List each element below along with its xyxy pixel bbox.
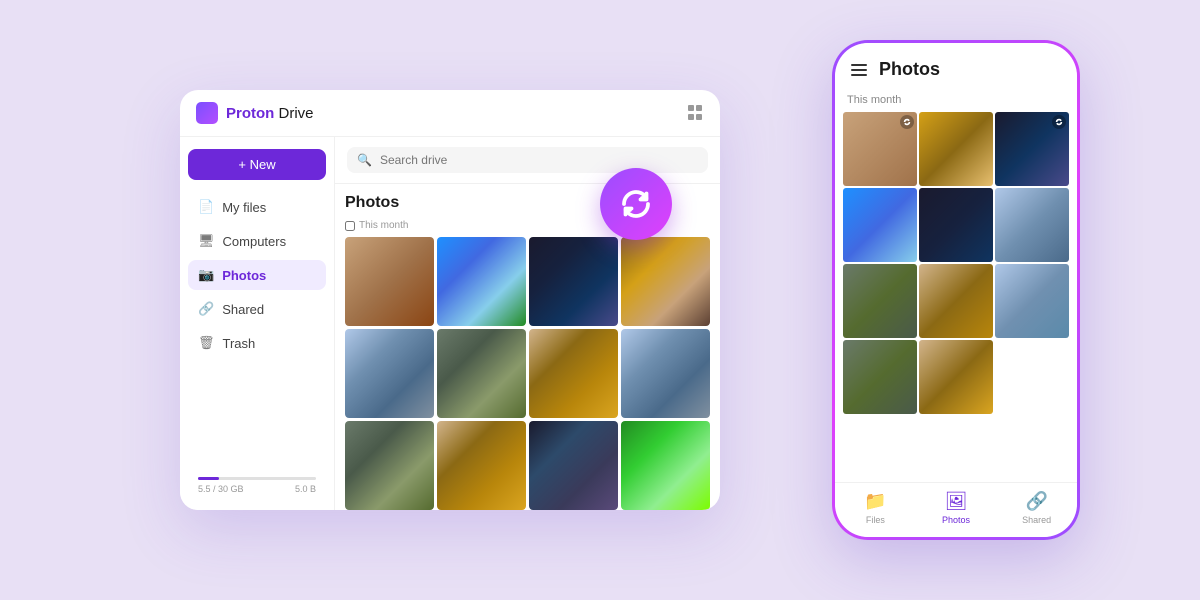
- hamburger-menu[interactable]: [851, 64, 867, 76]
- mobile-month-label: This month: [847, 94, 1065, 106]
- photos-section: Photos This month: [335, 184, 720, 510]
- photos-label: Photos: [222, 268, 266, 283]
- files-nav-label: Files: [866, 515, 885, 525]
- photo-3[interactable]: [529, 237, 618, 326]
- photo-11[interactable]: [529, 421, 618, 510]
- mobile-photo-grid: [843, 112, 1069, 414]
- mobile-photo-3[interactable]: [995, 112, 1069, 186]
- nav-files[interactable]: 📁 Files: [835, 491, 916, 525]
- app-logo: Proton Drive: [196, 102, 314, 124]
- computers-icon: 🖥: [198, 233, 215, 249]
- photo-7[interactable]: [529, 329, 618, 418]
- files-nav-icon: 📁: [864, 491, 886, 512]
- photos-nav-label: Photos: [942, 515, 970, 525]
- app-header: Proton Drive: [180, 90, 720, 137]
- photo-8[interactable]: [621, 329, 710, 418]
- trash-label: Trash: [223, 336, 256, 351]
- mobile-photo-4[interactable]: [843, 188, 917, 262]
- sidebar: + New 📄 My files 🖥 Computers 📷 Photos 🔗 …: [180, 137, 335, 510]
- nav-shared[interactable]: 🔗 Shared: [996, 491, 1077, 525]
- photos-icon: 📷: [198, 267, 214, 283]
- shared-nav-icon: 🔗: [1025, 491, 1047, 512]
- mobile-title: Photos: [879, 59, 940, 80]
- this-month-text: This month: [359, 220, 408, 231]
- mobile-photo-11[interactable]: [919, 340, 993, 414]
- search-bar: 🔍: [335, 137, 720, 184]
- mobile-photos-section: This month: [835, 88, 1077, 482]
- logo-product: Drive: [279, 105, 314, 122]
- storage-bar-fill: [198, 477, 219, 480]
- my-files-label: My files: [222, 200, 266, 215]
- shared-nav-label: Shared: [1022, 515, 1051, 525]
- mobile-inner: Photos This month: [835, 43, 1077, 537]
- storage-used: 5.5 / 30 GB: [198, 484, 244, 494]
- search-input-wrap[interactable]: 🔍: [347, 147, 708, 173]
- sidebar-item-trash[interactable]: 🗑 Trash: [188, 328, 326, 358]
- mobile-bottom-nav: 📁 Files 🖼 Photos 🔗 Shared: [835, 482, 1077, 537]
- photo-12[interactable]: [621, 421, 710, 510]
- photo-5[interactable]: [345, 329, 434, 418]
- nav-photos[interactable]: 🖼 Photos: [916, 491, 997, 525]
- computers-label: Computers: [223, 234, 287, 249]
- storage-bar-bg: [198, 477, 316, 480]
- trash-icon: 🗑: [198, 335, 215, 351]
- mobile-photo-5[interactable]: [919, 188, 993, 262]
- photo-1[interactable]: [345, 237, 434, 326]
- desktop-app: Proton Drive + New 📄 My files 🖥 Computer…: [180, 90, 720, 510]
- my-files-icon: 📄: [198, 199, 214, 215]
- mobile-photo-6[interactable]: [995, 188, 1069, 262]
- shared-label: Shared: [222, 302, 264, 317]
- sync-button[interactable]: [600, 168, 672, 240]
- desktop-photo-grid: [345, 237, 710, 510]
- search-icon: 🔍: [357, 153, 372, 167]
- sidebar-item-shared[interactable]: 🔗 Shared: [188, 294, 326, 324]
- logo-icon: [196, 102, 218, 124]
- mobile-photo-10[interactable]: [843, 340, 917, 414]
- photo-4[interactable]: [621, 237, 710, 326]
- photo-10[interactable]: [437, 421, 526, 510]
- mobile-header: Photos: [835, 43, 1077, 88]
- mobile-app: Photos This month: [832, 40, 1080, 540]
- photo-6[interactable]: [437, 329, 526, 418]
- storage-free: 5.0 B: [295, 484, 316, 494]
- new-button[interactable]: + New: [188, 149, 326, 180]
- mobile-photo-2[interactable]: [919, 112, 993, 186]
- mobile-photo-7[interactable]: [843, 264, 917, 338]
- photo-9[interactable]: [345, 421, 434, 510]
- mobile-photo-9[interactable]: [995, 264, 1069, 338]
- sidebar-item-my-files[interactable]: 📄 My files: [188, 192, 326, 222]
- sidebar-item-computers[interactable]: 🖥 Computers: [188, 226, 326, 256]
- storage-text: 5.5 / 30 GB 5.0 B: [198, 484, 316, 494]
- search-input[interactable]: [380, 153, 698, 167]
- photo-2[interactable]: [437, 237, 526, 326]
- sidebar-item-photos[interactable]: 📷 Photos: [188, 260, 326, 290]
- logo-brand: Proton: [226, 105, 274, 122]
- grid-view-icon[interactable]: [688, 105, 704, 121]
- mobile-photo-1[interactable]: [843, 112, 917, 186]
- shared-icon: 🔗: [198, 301, 214, 317]
- mobile-photo-8[interactable]: [919, 264, 993, 338]
- photos-nav-icon: 🖼: [945, 491, 968, 512]
- this-month-checkbox[interactable]: [345, 221, 355, 231]
- storage-indicator: 5.5 / 30 GB 5.0 B: [188, 469, 326, 498]
- logo-text: Proton Drive: [226, 105, 314, 122]
